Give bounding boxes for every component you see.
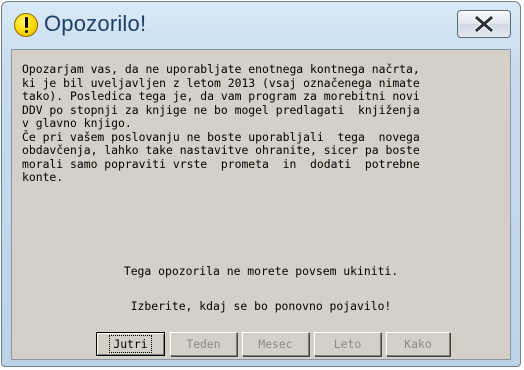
message-line: konte. <box>22 170 64 184</box>
message-line: Če pri vašem poslovanju ne boste uporabl… <box>22 129 420 144</box>
week-button[interactable]: Teden <box>170 332 237 356</box>
warning-exclamation-icon <box>14 13 38 37</box>
message-line: ki je bil uveljavljen z letom 2013 (vsaj… <box>22 75 420 90</box>
message-line: tako). Posledica tega je, da vam program… <box>22 89 420 103</box>
tomorrow-button[interactable]: Jutri <box>96 332 165 356</box>
close-button[interactable] <box>457 10 511 38</box>
warning-message: Opozarjam vas, da ne uporabljate enotneg… <box>22 62 504 185</box>
message-line: v glavno knjigo. <box>22 116 132 130</box>
year-button[interactable]: Leto <box>314 332 381 356</box>
month-button[interactable]: Mesec <box>242 332 309 356</box>
dialog-window: Opozorilo! Opozarjam vas, da ne uporablj… <box>1 1 521 367</box>
cannot-disable-text: Tega opozorila ne morete povsem ukiniti. <box>123 264 399 278</box>
tomorrow-button-label: Jutri <box>109 335 152 353</box>
message-line: obdavčenja, lahko take nastavitve ohrani… <box>22 143 420 157</box>
window-title: Opozorilo! <box>44 11 147 36</box>
title-bar[interactable]: Opozorilo! <box>2 2 520 48</box>
close-x-icon <box>474 16 494 32</box>
how-button[interactable]: Kako <box>386 332 450 356</box>
message-line: Opozarjam vas, da ne uporabljate enotneg… <box>22 62 420 76</box>
dialog-client-area: Opozarjam vas, da ne uporabljate enotneg… <box>11 49 511 360</box>
message-line: DDV po stopnji za knjige ne bo mogel pre… <box>22 102 420 117</box>
choose-when-text: Izberite, kdaj se bo ponovno pojavilo! <box>130 299 392 313</box>
message-line: morali samo popraviti vrste prometa in d… <box>22 156 420 171</box>
